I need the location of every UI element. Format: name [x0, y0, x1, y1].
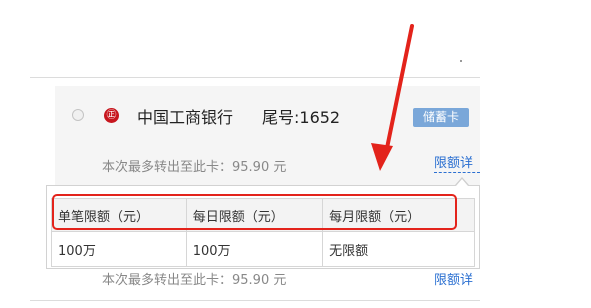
- single-limit-value: 100万: [51, 231, 187, 267]
- bank-card-radio[interactable]: [72, 109, 84, 121]
- top-divider: [30, 77, 480, 78]
- popup-caret-inner: [456, 179, 468, 186]
- next-card-transfer-max-text: 本次最多转出至此卡：95.90 元: [102, 273, 287, 288]
- transfer-max-text: 本次最多转出至此卡：95.90 元: [102, 160, 287, 175]
- card-tail-number: 尾号:1652: [262, 108, 341, 127]
- icbc-logo-icon: ㊣: [104, 108, 119, 123]
- card-type-badge: 储蓄卡: [413, 108, 469, 127]
- daily-limit-value: 100万: [185, 231, 324, 267]
- dot-mark: [460, 60, 462, 62]
- limit-details-link[interactable]: 限额详: [434, 156, 480, 173]
- header-highlight-box: [52, 194, 457, 230]
- next-card-limit-link[interactable]: 限额详: [434, 269, 480, 288]
- monthly-limit-value: 无限额: [322, 231, 475, 267]
- bottom-divider: [30, 300, 480, 301]
- bank-name: 中国工商银行: [137, 108, 234, 127]
- limit-table-row: 100万 100万 无限额: [51, 231, 475, 267]
